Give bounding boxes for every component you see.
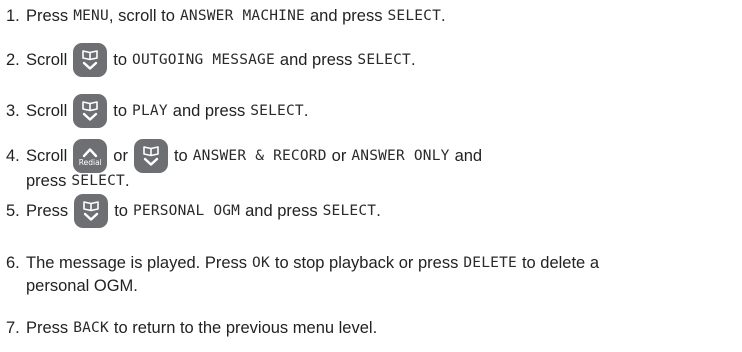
step-2: 2. Scroll to OUTGOING MESSAGE and press … <box>6 43 416 77</box>
step-text: to return to the previous menu level. <box>113 319 378 337</box>
step-text: Scroll <box>26 51 68 69</box>
step-text: . <box>124 172 130 190</box>
step-text: and press <box>172 102 246 120</box>
step-text: to <box>113 102 128 120</box>
keyword-select: SELECT <box>250 103 304 119</box>
step-number: 6. <box>6 254 20 272</box>
keyword-answer-machine: ANSWER MACHINE <box>179 8 305 24</box>
keyword-select: SELECT <box>71 173 125 189</box>
step-number: 3. <box>6 102 20 120</box>
keyword-personal-ogm: PERSONAL OGM <box>132 203 241 219</box>
step-text: , scroll to <box>108 7 175 25</box>
step-number: 4. <box>6 147 20 165</box>
keyword-back: BACK <box>73 320 109 336</box>
step-text: to <box>114 202 128 220</box>
step-text: and <box>454 147 483 165</box>
down-arrow-phonebook-icon <box>73 94 108 128</box>
step-text: . <box>303 102 309 120</box>
step-text: Scroll <box>26 102 68 120</box>
keyword-answer-record: ANSWER & RECORD <box>192 148 327 164</box>
step-text: Press <box>26 7 69 25</box>
step-text: Press <box>26 319 69 337</box>
step-text: personal OGM. <box>26 277 138 295</box>
step-text: Scroll <box>26 147 68 165</box>
step-text: or <box>113 147 128 165</box>
step-text: The message is played. Press <box>26 254 248 272</box>
step-text: and press <box>245 202 318 220</box>
step-text: to stop playback or press <box>274 254 459 272</box>
down-arrow-phonebook-icon <box>133 139 168 173</box>
step-text: and press <box>279 51 353 69</box>
step-text: to <box>173 147 188 165</box>
step-text: or <box>331 147 347 165</box>
keyword-menu: MENU <box>73 8 109 24</box>
step-text: Press <box>26 202 69 220</box>
keyword-select: SELECT <box>357 52 411 68</box>
step-text: . <box>376 202 381 220</box>
keyword-select: SELECT <box>387 8 442 24</box>
redial-label: Redial <box>78 157 102 167</box>
step-text: press <box>26 172 67 190</box>
step-number: 7. <box>6 319 20 337</box>
step-line: 6. The message is played. Press OK to st… <box>6 253 599 273</box>
step-text: to <box>113 51 128 69</box>
step-number: 2. <box>6 51 20 69</box>
step-7: 7. Press BACK to return to the previous … <box>6 318 377 338</box>
step-text: to delete a <box>521 254 599 272</box>
keyword-ok: OK <box>252 255 270 271</box>
keyword-select: SELECT <box>322 203 377 219</box>
step-5: 5. Press to PERSONAL OGM and press SELEC… <box>6 194 381 228</box>
step-1: 1. Press MENU , scroll to ANSWER MACHINE… <box>6 6 446 26</box>
down-arrow-phonebook-icon <box>73 43 108 77</box>
step-number: 5. <box>6 202 20 220</box>
step-line: press SELECT . <box>6 171 482 191</box>
step-line: 4. Scroll Redial or to ANSWER & RECORD o… <box>6 139 482 173</box>
down-arrow-phonebook-icon <box>74 194 109 228</box>
step-number: 1. <box>6 7 20 25</box>
step-6: 6. The message is played. Press OK to st… <box>6 253 599 296</box>
step-text: . <box>441 7 446 25</box>
keyword-outgoing-message: OUTGOING MESSAGE <box>132 52 275 68</box>
step-line: personal OGM. <box>6 276 599 296</box>
keyword-delete: DELETE <box>463 255 517 271</box>
step-text: . <box>410 51 416 69</box>
step-3: 3. Scroll to PLAY and press SELECT . <box>6 94 308 128</box>
step-text: and press <box>309 7 383 25</box>
up-arrow-redial-icon: Redial <box>73 139 108 173</box>
step-4: 4. Scroll Redial or to ANSWER & RECORD o… <box>6 139 482 191</box>
keyword-answer-only: ANSWER ONLY <box>351 148 450 164</box>
keyword-play: PLAY <box>132 103 168 119</box>
